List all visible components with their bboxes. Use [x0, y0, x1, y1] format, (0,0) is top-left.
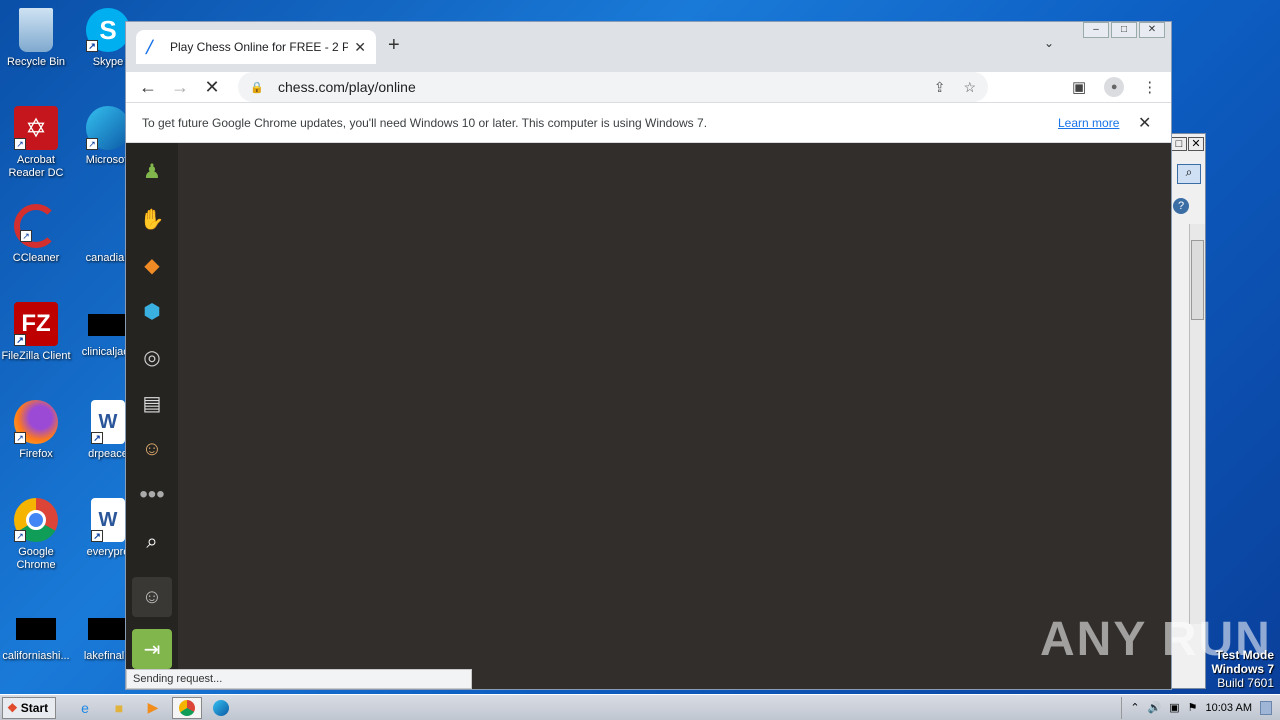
file-thumbnail — [88, 314, 128, 336]
system-tray: ⌃ 🔊 ▣ ⚑ 10:03 AM — [1121, 696, 1280, 719]
windows-logo-icon: ❖ — [7, 700, 18, 715]
page-content: ♟ ✋ ◆ ⬢ ◎ ▤ ☺ ••• ⌕ ☺ ⇥ Sending request.… — [126, 143, 1171, 689]
browser-tab[interactable]: ╱ Play Chess Online for FREE - 2 Playe ✕ — [136, 30, 376, 64]
play-icon[interactable]: ✋ — [136, 203, 168, 235]
browser-toolbar: ← → ✕ 🔒 chess.com/play/online ⇪ ☆ ▣ ● ⋮ — [126, 72, 1171, 102]
file-thumbnail — [16, 618, 56, 640]
status-bubble: Sending request... — [126, 669, 472, 689]
media-player-icon[interactable]: ▶ — [138, 697, 168, 719]
close-window-icon[interactable]: ✕ — [1139, 22, 1165, 38]
firefox-icon: ↗ — [14, 400, 58, 444]
start-button[interactable]: ❖ Start — [2, 696, 56, 719]
edge-taskbar-icon[interactable] — [206, 697, 236, 719]
action-center-flag-icon[interactable]: ⚑ — [1188, 701, 1198, 714]
word-doc-icon: W ↗ — [91, 498, 125, 542]
back-icon[interactable]: ← — [132, 77, 164, 98]
ccleaner-icon: ↗ — [14, 204, 58, 248]
menu-kebab-icon[interactable]: ⋮ — [1142, 78, 1157, 96]
news-icon[interactable]: ▤ — [136, 387, 168, 419]
social-icon[interactable]: ☺ — [136, 433, 168, 465]
show-desktop-button[interactable] — [1260, 700, 1272, 715]
search-icon[interactable]: ⌕ — [136, 526, 168, 558]
puzzles-icon[interactable]: ◆ — [136, 249, 168, 281]
ie-icon[interactable]: e — [70, 697, 100, 719]
recycle-bin-icon — [19, 8, 53, 52]
stop-loading-icon[interactable]: ✕ — [196, 77, 228, 98]
bookmark-star-icon[interactable]: ☆ — [963, 79, 976, 96]
volume-icon[interactable]: 🔊 — [1148, 701, 1162, 714]
desktop-icon-californiashi[interactable]: californiashi... — [0, 606, 72, 663]
maximize-icon[interactable]: □ — [1111, 22, 1137, 38]
desktop-icon-firefox[interactable]: ↗ Firefox — [0, 400, 72, 461]
url-text[interactable]: chess.com/play/online — [278, 79, 416, 95]
login-icon[interactable]: ⇥ — [132, 629, 172, 669]
filezilla-icon: FZ ↗ — [14, 302, 58, 346]
skype-icon: S ↗ — [86, 8, 130, 52]
desktop-icon-label: Google Chrome — [16, 546, 56, 571]
chrome-icon: ↗ — [14, 498, 58, 542]
tab-strip: ╱ Play Chess Online for FREE - 2 Playe ✕… — [126, 22, 1171, 72]
new-tab-button[interactable]: + — [388, 34, 400, 57]
file-icon — [86, 204, 130, 248]
window-controls: – □ ✕ — [1081, 22, 1165, 38]
desktop-icon-label: Recycle Bin — [6, 56, 66, 68]
infobar-message: To get future Google Chrome updates, you… — [142, 115, 708, 130]
taskbar: ❖ Start e ■ ▶ ⌃ 🔊 ▣ ⚑ 10:03 AM — [0, 694, 1280, 720]
more-icon[interactable]: ••• — [136, 479, 168, 511]
chess-pawn-logo-icon[interactable]: ♟ — [136, 155, 168, 187]
desktop-icon-recycle-bin[interactable]: Recycle Bin — [0, 8, 72, 69]
test-mode-line: Test Mode — [1215, 648, 1274, 662]
chess-sidebar: ♟ ✋ ◆ ⬢ ◎ ▤ ☺ ••• ⌕ ☺ ⇥ — [126, 143, 178, 689]
close-tab-icon[interactable]: ✕ — [354, 39, 366, 56]
chrome-taskbar-icon[interactable] — [172, 696, 202, 719]
minimize-icon[interactable]: – — [1083, 22, 1109, 38]
acrobat-icon: ✡ ↗ — [14, 106, 58, 150]
profile-avatar-icon[interactable]: ● — [1104, 77, 1125, 97]
desktop-icon-chrome[interactable]: ↗ Google Chrome — [0, 498, 72, 572]
show-hidden-icons[interactable]: ⌃ — [1130, 701, 1139, 714]
close-icon[interactable]: ✕ — [1188, 137, 1204, 151]
clock[interactable]: 10:03 AM — [1206, 702, 1252, 714]
sign-up-icon[interactable]: ☺ — [132, 577, 172, 617]
desktop-icon-acrobat[interactable]: ✡ ↗ Acrobat Reader DC — [0, 106, 72, 180]
forward-icon[interactable]: → — [164, 77, 196, 98]
edge-icon: ↗ — [86, 106, 130, 150]
watch-binoculars-icon[interactable]: ◎ — [136, 341, 168, 373]
help-icon[interactable]: ? — [1173, 198, 1189, 214]
desktop-icon-label: californiashi... — [2, 650, 70, 662]
side-panel-icon[interactable]: ▣ — [1072, 78, 1086, 96]
background-window: □ ✕ ⌕ ? — [1168, 133, 1206, 689]
address-bar[interactable]: 🔒 chess.com/play/online ⇪ ☆ — [238, 72, 988, 102]
desktop-icon-label: CCleaner — [12, 252, 60, 264]
test-mode-build: Build 7601 — [1217, 676, 1274, 690]
search-icon[interactable]: ⌕ — [1177, 164, 1201, 184]
share-icon[interactable]: ⇪ — [934, 79, 946, 96]
scrollbar[interactable] — [1189, 224, 1205, 624]
tab-search-icon[interactable]: ⌄ — [1044, 36, 1054, 50]
update-infobar: To get future Google Chrome updates, you… — [126, 102, 1171, 143]
restore-icon[interactable]: □ — [1171, 137, 1187, 151]
scrollbar-thumb[interactable] — [1191, 240, 1204, 320]
desktop-icon-label: Firefox — [19, 448, 53, 460]
desktop-icon-label: Acrobat Reader DC — [8, 154, 64, 179]
start-label: Start — [20, 700, 49, 715]
tab-title: Play Chess Online for FREE - 2 Playe — [170, 40, 349, 54]
file-thumbnail — [88, 618, 128, 640]
desktop-icon-label: FileZilla Client — [1, 350, 71, 362]
desktop-icon-filezilla[interactable]: FZ ↗ FileZilla Client — [0, 302, 72, 363]
close-infobar-icon[interactable]: ✕ — [1138, 113, 1151, 133]
test-mode-line: Windows 7 — [1211, 662, 1274, 676]
learn-more-link[interactable]: Learn more — [1058, 116, 1119, 130]
explorer-folder-icon[interactable]: ■ — [104, 697, 134, 719]
lock-icon[interactable]: 🔒 — [250, 81, 264, 94]
test-mode-label: Test Mode Windows 7 Build 7601 — [1211, 648, 1274, 690]
browser-window: ╱ Play Chess Online for FREE - 2 Playe ✕… — [125, 21, 1172, 690]
network-icon[interactable]: ▣ — [1169, 701, 1179, 714]
learn-icon[interactable]: ⬢ — [136, 295, 168, 327]
word-doc-icon: W ↗ — [91, 400, 125, 444]
loading-icon: ╱ — [146, 40, 154, 54]
desktop-icon-ccleaner[interactable]: ↗ CCleaner — [0, 204, 72, 265]
